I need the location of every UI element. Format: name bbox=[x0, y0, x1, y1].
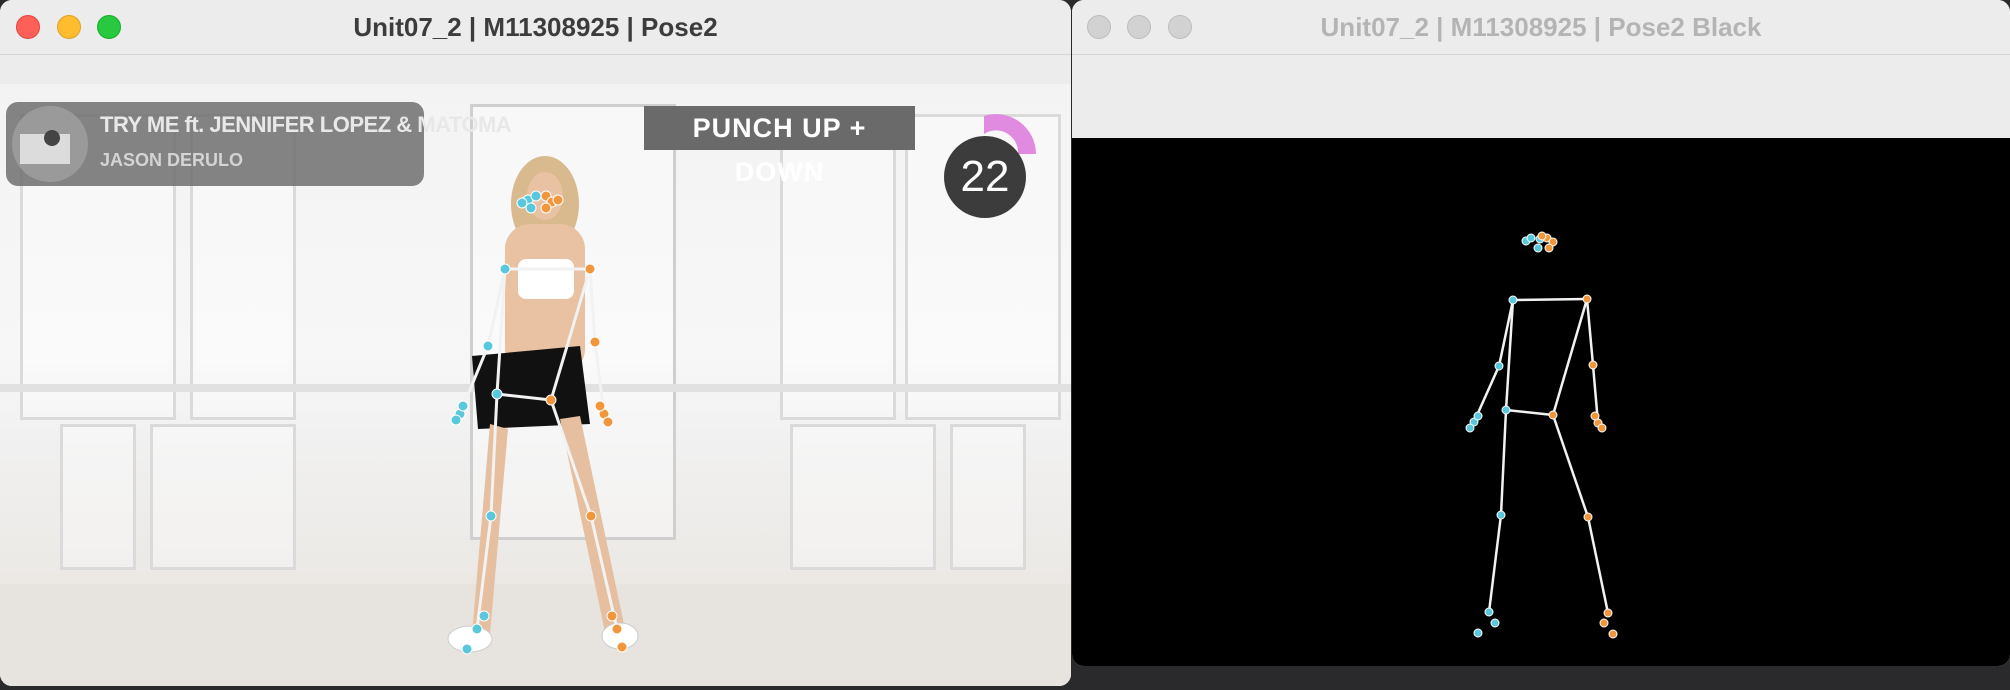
skeleton-bone bbox=[496, 392, 552, 402]
keypoint bbox=[1583, 512, 1593, 522]
keypoint bbox=[478, 610, 490, 622]
keypoint bbox=[606, 610, 618, 622]
skeleton-lines bbox=[458, 267, 619, 630]
keypoint bbox=[611, 623, 623, 635]
keypoint bbox=[530, 190, 542, 202]
video-frame: TRY ME ft. JENNIFER LOPEZ & MATOMA JASON… bbox=[0, 84, 1071, 686]
skeleton-bone bbox=[1551, 414, 1590, 518]
keypoint bbox=[1508, 295, 1518, 305]
keypoint bbox=[1465, 423, 1475, 433]
skeleton-bone bbox=[549, 399, 593, 517]
keypoint bbox=[1526, 233, 1536, 243]
keypoint bbox=[1501, 405, 1511, 415]
pose2-black-window: Unit07_2 | M11308925 | Pose2 Black bbox=[1072, 0, 2010, 666]
keypoint bbox=[1597, 423, 1607, 433]
window-title: Unit07_2 | M11308925 | Pose2 Black bbox=[1320, 12, 1762, 42]
keypoint bbox=[1599, 618, 1609, 628]
pose-skeleton bbox=[1465, 231, 1618, 639]
keypoint bbox=[1494, 361, 1504, 371]
keypoint bbox=[1496, 510, 1506, 520]
keypoint bbox=[589, 336, 601, 348]
skeleton-bone bbox=[1499, 409, 1508, 516]
keypoint bbox=[1544, 243, 1554, 253]
keypoint bbox=[1608, 629, 1618, 639]
keypoint bbox=[1588, 360, 1598, 370]
skeleton-bone bbox=[1585, 298, 1595, 366]
keypoint bbox=[1582, 294, 1592, 304]
keypoint bbox=[482, 340, 494, 352]
keypoint bbox=[585, 510, 597, 522]
keypoint bbox=[545, 394, 557, 406]
keypoint bbox=[461, 643, 473, 655]
title-bar[interactable]: Unit07_2 | M11308925 | Pose2 Black bbox=[1072, 0, 2010, 55]
keypoint bbox=[491, 388, 503, 400]
rep-counter: 22 bbox=[944, 136, 1026, 218]
keypoint bbox=[525, 202, 537, 214]
keypoint bbox=[594, 400, 606, 412]
skeleton-bone bbox=[1505, 408, 1554, 417]
keypoint bbox=[1537, 231, 1547, 241]
toolbar-area bbox=[0, 55, 1071, 84]
keypoint bbox=[450, 414, 462, 426]
keypoint bbox=[540, 202, 552, 214]
keypoint bbox=[1490, 618, 1500, 628]
keypoint bbox=[499, 263, 511, 275]
toolbar-area bbox=[1072, 55, 2010, 138]
skeleton-bone bbox=[1586, 516, 1610, 614]
song-card: TRY ME ft. JENNIFER LOPEZ & MATOMA JASON… bbox=[6, 102, 512, 186]
keypoint bbox=[602, 416, 614, 428]
keypoint bbox=[1484, 607, 1494, 617]
keypoint bbox=[584, 263, 596, 275]
keypoint bbox=[1533, 243, 1543, 253]
window-title: Unit07_2 | M11308925 | Pose2 bbox=[353, 12, 718, 42]
keypoint bbox=[1548, 410, 1558, 420]
skeleton-bone bbox=[489, 393, 499, 517]
thumbnail-image bbox=[12, 106, 88, 182]
move-name-banner: PUNCH UP + DOWN bbox=[644, 106, 915, 187]
song-title: TRY ME ft. JENNIFER LOPEZ & MATOMA bbox=[100, 112, 512, 137]
keypoint bbox=[1473, 411, 1483, 421]
song-artist: JASON DERULO bbox=[100, 150, 244, 170]
title-bar[interactable]: Unit07_2 | M11308925 | Pose2 bbox=[0, 0, 1071, 55]
song-thumbnail bbox=[12, 106, 88, 182]
skeleton-bone bbox=[1551, 298, 1589, 416]
keypoint bbox=[1603, 608, 1613, 618]
skeleton-bone bbox=[1487, 514, 1503, 613]
skeleton-bone bbox=[588, 268, 597, 343]
keypoint bbox=[485, 510, 497, 522]
keypoint bbox=[616, 641, 628, 653]
keypoint bbox=[471, 623, 483, 635]
skeleton-canvas bbox=[1072, 138, 2010, 666]
keypoint bbox=[552, 194, 564, 206]
skeleton-bone bbox=[1512, 297, 1588, 302]
keypoint bbox=[1590, 411, 1600, 421]
skeleton-lines bbox=[1472, 297, 1610, 614]
keypoint bbox=[516, 197, 528, 209]
keypoint bbox=[1473, 628, 1483, 638]
pose2-window: Unit07_2 | M11308925 | Pose2 TRY ME ft. … bbox=[0, 0, 1071, 686]
keypoint bbox=[457, 400, 469, 412]
skeleton-bone bbox=[549, 268, 592, 401]
